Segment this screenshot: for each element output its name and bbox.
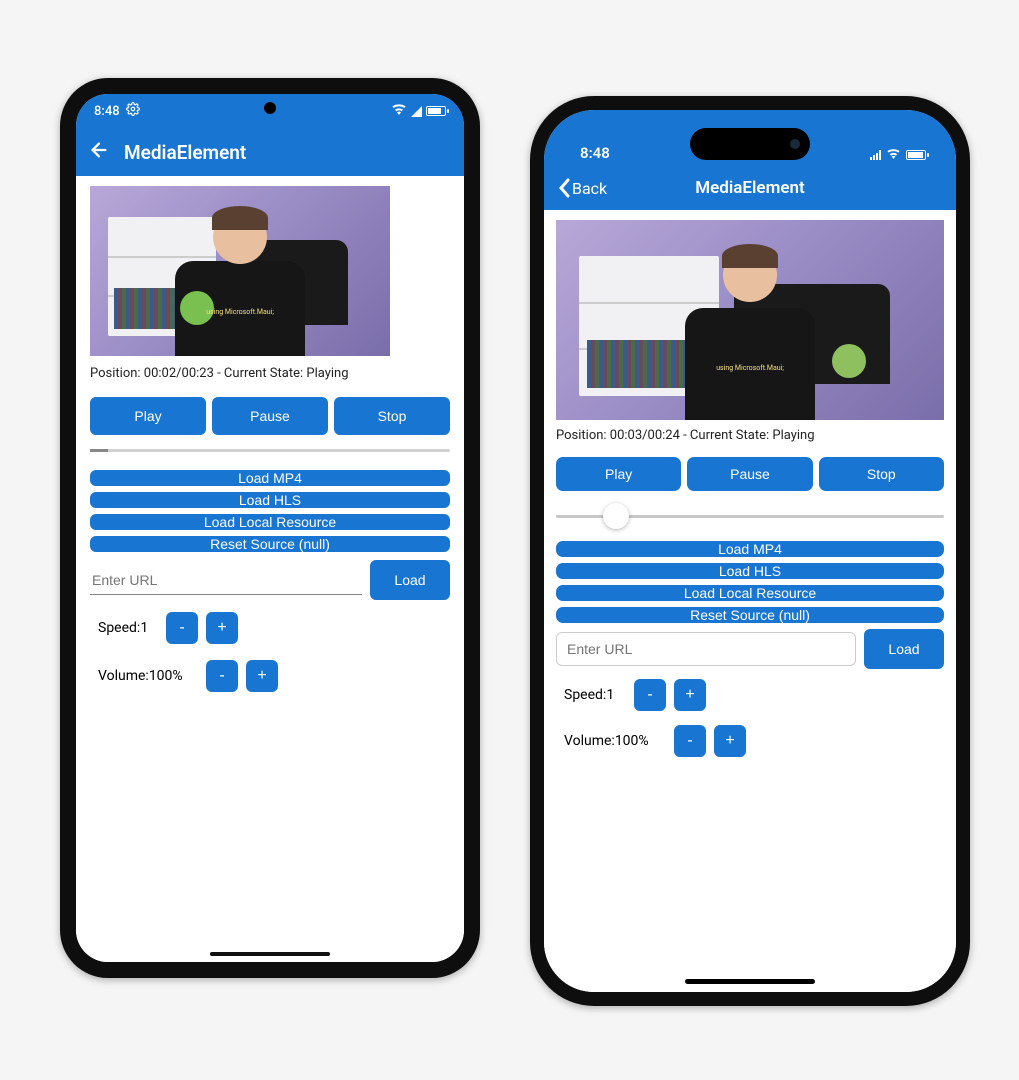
volume-control: Volume:100% - + xyxy=(556,721,944,761)
speed-control: Speed:1 - + xyxy=(90,608,450,648)
shirt-text: using Microsoft.Maui; xyxy=(716,364,784,372)
load-mp4-button[interactable]: Load MP4 xyxy=(90,470,450,486)
ios-screen: 8:48 Back MediaElement using Microsoft.M… xyxy=(544,110,956,992)
seek-slider[interactable] xyxy=(556,501,944,531)
playback-status: Position: 00:03/00:24 - Current State: P… xyxy=(556,426,944,451)
wifi-icon xyxy=(391,103,407,119)
android-front-camera xyxy=(264,102,276,114)
android-device-frame: 8:48 MediaElement using Microsof xyxy=(60,78,480,978)
load-hls-button[interactable]: Load HLS xyxy=(556,563,944,579)
volume-plus-button[interactable]: + xyxy=(246,660,278,692)
stop-button[interactable]: Stop xyxy=(819,457,944,491)
speed-minus-button[interactable]: - xyxy=(166,612,198,644)
url-input[interactable] xyxy=(556,632,856,666)
volume-minus-button[interactable]: - xyxy=(206,660,238,692)
back-button[interactable]: Back xyxy=(558,178,607,198)
dynamic-island xyxy=(690,128,810,160)
pause-button[interactable]: Pause xyxy=(687,457,812,491)
android-content: using Microsoft.Maui; Position: 00:02/00… xyxy=(76,176,464,962)
speed-plus-button[interactable]: + xyxy=(674,679,706,711)
play-button[interactable]: Play xyxy=(556,457,681,491)
volume-plus-button[interactable]: + xyxy=(714,725,746,757)
shirt-text: using Microsoft.Maui; xyxy=(206,308,274,316)
seek-slider[interactable] xyxy=(90,449,450,452)
load-url-button[interactable]: Load xyxy=(370,560,450,600)
android-app-bar: MediaElement xyxy=(76,128,464,176)
signal-icon xyxy=(411,106,422,117)
status-time: 8:48 xyxy=(94,104,120,119)
back-arrow-icon[interactable] xyxy=(88,139,110,166)
speed-plus-button[interactable]: + xyxy=(206,612,238,644)
speed-control: Speed:1 - + xyxy=(556,675,944,715)
android-nav-bar xyxy=(210,952,330,956)
reset-source-button[interactable]: Reset Source (null) xyxy=(90,536,450,552)
back-label: Back xyxy=(572,179,607,198)
page-title: MediaElement xyxy=(124,141,246,164)
battery-icon xyxy=(426,106,446,116)
playback-status: Position: 00:02/00:23 - Current State: P… xyxy=(90,364,450,389)
wifi-icon xyxy=(886,148,901,162)
load-local-button[interactable]: Load Local Resource xyxy=(90,514,450,530)
url-input[interactable] xyxy=(90,566,362,595)
video-player[interactable]: using Microsoft.Maui; xyxy=(90,186,390,356)
slider-thumb[interactable] xyxy=(603,503,629,529)
gear-icon xyxy=(126,102,140,120)
reset-source-button[interactable]: Reset Source (null) xyxy=(556,607,944,623)
status-time: 8:48 xyxy=(580,144,610,162)
pause-button[interactable]: Pause xyxy=(212,397,328,435)
signal-icon xyxy=(870,150,881,160)
volume-control: Volume:100% - + xyxy=(90,656,450,696)
ios-content: using Microsoft.Maui; Position: 00:03/00… xyxy=(544,210,956,992)
video-player[interactable]: using Microsoft.Maui; xyxy=(556,220,944,420)
android-screen: 8:48 MediaElement using Microsof xyxy=(76,94,464,962)
home-indicator xyxy=(685,979,815,984)
load-hls-button[interactable]: Load HLS xyxy=(90,492,450,508)
load-local-button[interactable]: Load Local Resource xyxy=(556,585,944,601)
volume-minus-button[interactable]: - xyxy=(674,725,706,757)
load-url-button[interactable]: Load xyxy=(864,629,944,669)
load-mp4-button[interactable]: Load MP4 xyxy=(556,541,944,557)
ios-nav-bar: Back MediaElement xyxy=(544,166,956,210)
stop-button[interactable]: Stop xyxy=(334,397,450,435)
page-title: MediaElement xyxy=(695,178,804,198)
battery-icon xyxy=(906,150,926,160)
play-button[interactable]: Play xyxy=(90,397,206,435)
speed-minus-button[interactable]: - xyxy=(634,679,666,711)
ios-device-frame: 8:48 Back MediaElement using Microsoft.M… xyxy=(530,96,970,1006)
